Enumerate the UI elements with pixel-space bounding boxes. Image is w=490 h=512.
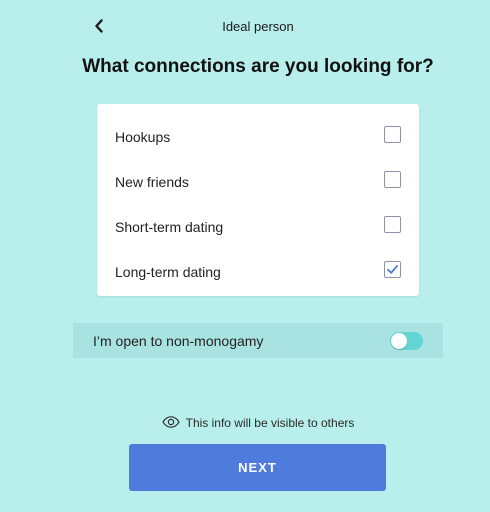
option-label: New friends [115, 174, 189, 190]
visibility-note: This info will be visible to others [0, 416, 490, 430]
checkbox[interactable] [384, 126, 401, 143]
option-label: Hookups [115, 129, 171, 145]
header: Ideal person [0, 0, 490, 54]
next-button[interactable]: NEXT [129, 444, 386, 491]
non-monogamy-toggle-row[interactable]: I’m open to non-monogamy [73, 323, 443, 358]
option-hookups[interactable]: Hookups [97, 115, 419, 159]
toggle-label: I’m open to non-monogamy [93, 333, 264, 349]
options-card: Hookups New friends Short-term dating Lo… [97, 104, 419, 296]
checkmark-icon [387, 265, 398, 274]
toggle-knob [391, 333, 407, 349]
visibility-note-text: This info will be visible to others [185, 416, 355, 430]
option-short-term-dating[interactable]: Short-term dating [97, 205, 419, 249]
non-monogamy-toggle[interactable] [390, 332, 423, 350]
option-label: Short-term dating [115, 219, 224, 235]
page-title: Ideal person [222, 19, 294, 34]
checkbox-checked[interactable] [384, 261, 401, 278]
question-heading: What connections are you looking for? [82, 56, 434, 77]
option-new-friends[interactable]: New friends [97, 160, 419, 204]
option-label: Long-term dating [115, 264, 221, 280]
checkbox[interactable] [384, 171, 401, 188]
eye-icon [161, 416, 180, 429]
option-long-term-dating[interactable]: Long-term dating [97, 250, 419, 294]
checkbox[interactable] [384, 216, 401, 233]
